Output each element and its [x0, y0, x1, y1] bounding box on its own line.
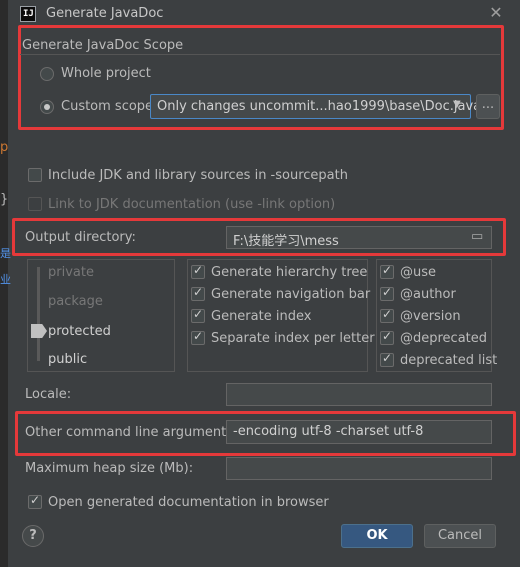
heap-size-label: Maximum heap size (Mb): — [25, 461, 194, 476]
other-args-value: -encoding utf-8 -charset utf-8 — [233, 424, 424, 439]
help-button[interactable]: ? — [22, 525, 44, 547]
folder-icon[interactable]: ▭ — [471, 229, 483, 244]
link-jdk-label[interactable]: Link to JDK documentation (use -link opt… — [48, 197, 335, 212]
custom-scope-select[interactable]: Only changes uncommit...hao1999\base\Doc… — [150, 94, 481, 119]
deprecated-list-checkbox[interactable] — [380, 351, 394, 367]
visibility-level-public[interactable]: public — [48, 352, 87, 367]
custom-scope-value: Only changes uncommit...hao1999\base\Doc… — [157, 99, 482, 114]
generate-index-checkbox[interactable] — [191, 307, 205, 323]
close-icon[interactable]: ✕ — [486, 3, 506, 23]
deprecated-list-label[interactable]: deprecated list — [400, 353, 497, 368]
separate-index-checkbox[interactable] — [191, 329, 205, 345]
tag-use-checkbox[interactable] — [380, 263, 394, 279]
background-char-1: p — [0, 140, 9, 155]
chevron-down-icon: ▼ — [453, 99, 461, 110]
cancel-button[interactable]: Cancel — [424, 524, 496, 548]
output-directory-label: Output directory: — [25, 230, 136, 245]
background-char-4: 业 — [0, 273, 11, 286]
scope-heading: Generate JavaDoc Scope — [22, 38, 184, 53]
tag-author-checkbox[interactable] — [380, 285, 394, 301]
separate-index-label[interactable]: Separate index per letter — [211, 331, 375, 346]
output-directory-field[interactable]: F:\技能学习\mess ▭ — [226, 226, 492, 249]
link-jdk-checkbox[interactable] — [28, 197, 42, 211]
browse-scope-button[interactable]: ... — [476, 94, 500, 119]
whole-project-label[interactable]: Whole project — [61, 66, 151, 81]
background-char-3: 是 — [0, 247, 11, 260]
output-directory-value: F:\技能学习\mess — [233, 234, 339, 249]
tag-version-label[interactable]: @version — [400, 309, 461, 324]
tag-use-label[interactable]: @use — [400, 265, 436, 280]
other-args-field[interactable]: -encoding utf-8 -charset utf-8 — [226, 420, 492, 444]
visibility-level-private[interactable]: private — [48, 265, 94, 280]
visibility-level-protected[interactable]: protected — [48, 324, 111, 339]
generate-navigation-checkbox[interactable] — [191, 285, 205, 301]
open-browser-label[interactable]: Open generated documentation in browser — [48, 495, 329, 510]
whole-project-radio[interactable] — [40, 67, 54, 81]
tag-deprecated-label[interactable]: @deprecated — [400, 331, 487, 346]
include-jdk-label[interactable]: Include JDK and library sources in -sour… — [48, 168, 348, 183]
include-jdk-checkbox[interactable] — [28, 168, 42, 182]
locale-label: Locale: — [25, 387, 72, 402]
custom-scope-label[interactable]: Custom scope — [61, 99, 153, 114]
generate-navigation-label[interactable]: Generate navigation bar — [211, 287, 370, 302]
scope-separator — [20, 54, 500, 55]
generate-index-label[interactable]: Generate index — [211, 309, 311, 324]
visibility-slider-track[interactable] — [37, 267, 40, 361]
window-title: Generate JavaDoc — [46, 6, 164, 21]
heap-size-field[interactable] — [226, 457, 492, 480]
open-browser-checkbox[interactable] — [28, 493, 42, 509]
background-char-2: } — [0, 192, 9, 207]
tag-author-label[interactable]: @author — [400, 287, 456, 302]
generate-hierarchy-checkbox[interactable] — [191, 263, 205, 279]
generate-hierarchy-label[interactable]: Generate hierarchy tree — [211, 265, 367, 280]
custom-scope-radio[interactable] — [40, 100, 54, 114]
tag-version-checkbox[interactable] — [380, 307, 394, 323]
intellij-app-icon: IJ — [20, 6, 36, 22]
ok-button[interactable]: OK — [341, 524, 413, 548]
visibility-level-package[interactable]: package — [48, 294, 103, 309]
tag-deprecated-checkbox[interactable] — [380, 329, 394, 345]
locale-field[interactable] — [226, 383, 492, 406]
other-args-label: Other command line arguments: — [25, 425, 238, 440]
